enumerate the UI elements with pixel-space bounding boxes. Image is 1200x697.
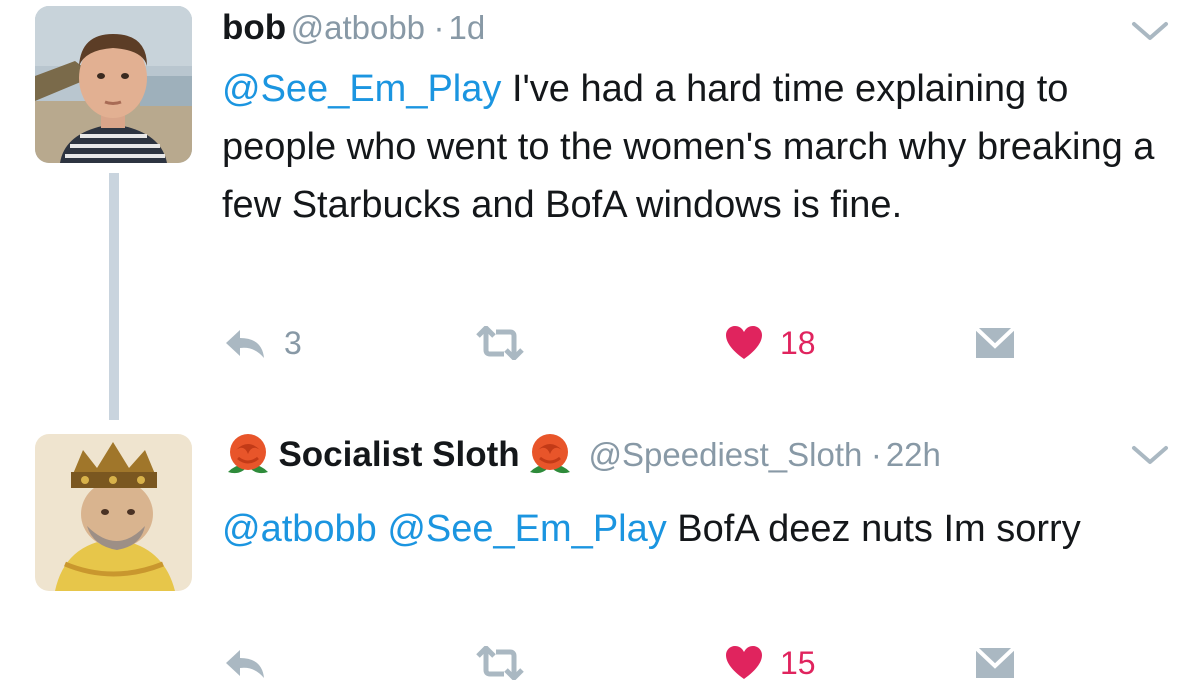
avatar[interactable] xyxy=(35,6,192,163)
heart-icon xyxy=(726,646,762,679)
tweet-actions: 3 18 xyxy=(222,318,1042,368)
tweet[interactable]: Socialist Sloth @Speediest_Sloth · 22h @a… xyxy=(0,420,1200,697)
separator-dot: · xyxy=(870,436,882,473)
username[interactable]: @atbobb xyxy=(291,9,425,46)
like-count: 15 xyxy=(780,644,816,681)
envelope-icon xyxy=(974,326,1016,358)
tweet-text: @atbobb @See_Em_Play BofA deez nuts Im s… xyxy=(222,500,1182,558)
separator-dot: · xyxy=(433,9,445,46)
reply-icon xyxy=(226,650,264,678)
timestamp[interactable]: 1d xyxy=(448,9,485,46)
chevron-down-icon[interactable] xyxy=(1130,442,1170,468)
retweet-icon xyxy=(476,326,524,360)
tweet-header: Socialist Sloth @Speediest_Sloth · 22h xyxy=(222,432,941,482)
retweet-button[interactable] xyxy=(474,638,542,688)
direct-message-button[interactable] xyxy=(974,318,1016,368)
like-count: 18 xyxy=(780,324,816,361)
reply-button[interactable]: 3 xyxy=(222,318,302,368)
avatar[interactable] xyxy=(35,434,192,591)
heart-icon xyxy=(726,326,762,359)
rose-icon xyxy=(530,434,571,474)
display-name[interactable]: Socialist Sloth xyxy=(278,435,519,474)
tweet-actions: 15 xyxy=(222,638,1042,688)
reply-count: 3 xyxy=(284,324,302,361)
tweet-body: BofA deez nuts Im sorry xyxy=(666,508,1081,550)
tweet-header: bob @atbobb · 1d xyxy=(222,8,485,48)
thread-connector-line xyxy=(109,173,119,420)
mention-link[interactable]: @See_Em_Play xyxy=(222,68,501,110)
reply-icon xyxy=(226,330,264,358)
retweet-button[interactable] xyxy=(474,318,542,368)
envelope-icon xyxy=(974,646,1016,678)
direct-message-button[interactable] xyxy=(974,638,1016,688)
chevron-down-icon[interactable] xyxy=(1130,18,1170,44)
like-button[interactable]: 18 xyxy=(724,318,816,368)
display-name[interactable]: bob xyxy=(222,8,286,47)
username[interactable]: @Speediest_Sloth xyxy=(589,436,863,473)
like-button[interactable]: 15 xyxy=(724,638,816,688)
timestamp[interactable]: 22h xyxy=(886,436,941,473)
tweet[interactable]: bob @atbobb · 1d @See_Em_Play I've had a … xyxy=(0,0,1200,420)
mention-link[interactable]: @atbobb @See_Em_Play xyxy=(222,508,667,550)
retweet-icon xyxy=(476,646,524,680)
tweet-text: @See_Em_Play I've had a hard time explai… xyxy=(222,60,1182,234)
rose-icon xyxy=(228,434,268,474)
reply-button[interactable] xyxy=(222,638,284,688)
